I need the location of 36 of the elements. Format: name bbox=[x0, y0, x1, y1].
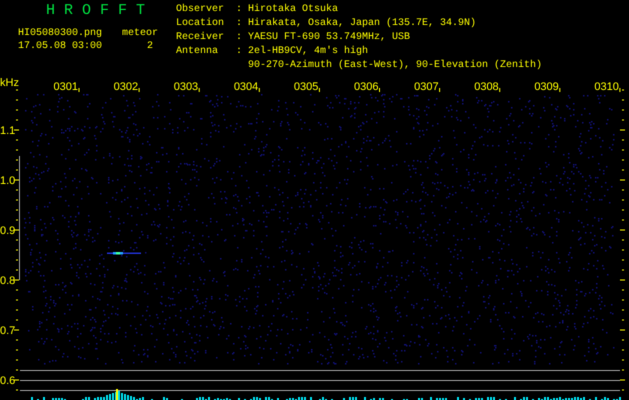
time-label: 0308 bbox=[474, 81, 499, 93]
info-label: Receiver bbox=[176, 31, 226, 45]
time-label: 0302 bbox=[114, 81, 138, 93]
info-value: YAESU FT-690 53.749MHz, USB bbox=[248, 31, 410, 45]
time-label: 0306 bbox=[354, 81, 378, 93]
meteor-echo-drawing bbox=[107, 252, 141, 254]
time-label: 0303 bbox=[174, 81, 198, 93]
time-label: 0309 bbox=[534, 81, 559, 93]
colon: : bbox=[236, 31, 244, 45]
time-label: 0304 bbox=[234, 81, 258, 93]
colon: : bbox=[236, 45, 244, 59]
time-label: 0307 bbox=[414, 81, 439, 93]
frequency-label: 0.7 bbox=[0, 325, 16, 337]
colon: : bbox=[236, 17, 244, 31]
info-value: Hirakata, Osaka, Japan (135.7E, 34.9N) bbox=[248, 17, 476, 31]
info-value: Hirotaka Otsuka bbox=[248, 3, 338, 17]
frequency-label: 1.1 bbox=[0, 125, 16, 137]
frequency-label: 1.0 bbox=[0, 175, 16, 187]
info-label: Observer bbox=[176, 3, 226, 17]
info-label: Antenna bbox=[176, 45, 220, 59]
info-value: 90-270-Azimuth (East-West), 90-Elevation (Zenith) bbox=[248, 59, 542, 73]
time-label: 0301 bbox=[54, 81, 78, 93]
timestamp: 17.05.08 03:00 bbox=[18, 41, 102, 52]
time-label: 0305 bbox=[294, 81, 318, 93]
meteor-count: 2 bbox=[147, 41, 154, 52]
time-label: 0310 bbox=[594, 81, 619, 93]
colon: : bbox=[236, 3, 244, 17]
app-title: H R O F F T bbox=[45, 2, 146, 21]
info-value: 2el-HB9CV, 4m's high bbox=[248, 45, 370, 59]
info-label: Location bbox=[176, 17, 226, 31]
file-name: HI05080300.png bbox=[18, 28, 102, 39]
frequency-label: 0.8 bbox=[0, 275, 16, 287]
axis-unit: kHz bbox=[0, 78, 19, 89]
meteor-label: meteor bbox=[122, 28, 158, 39]
frequency-label: 0.9 bbox=[0, 225, 16, 237]
frequency-label: 0.6 bbox=[0, 375, 16, 387]
